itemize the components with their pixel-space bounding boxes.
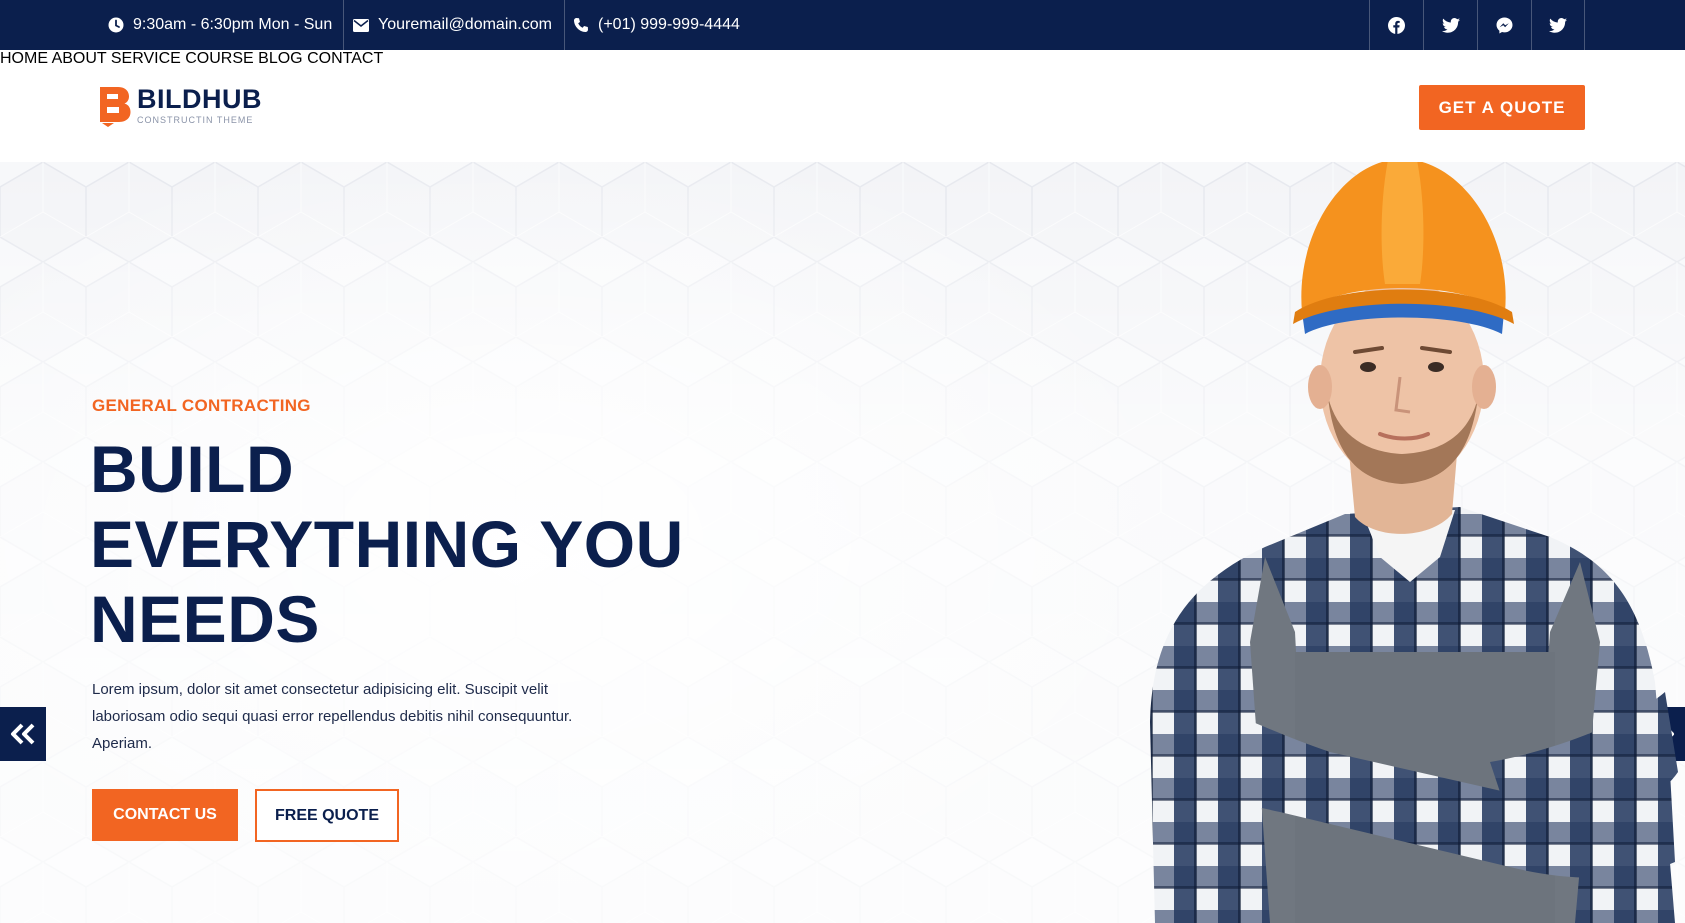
twitter-icon	[1441, 17, 1460, 33]
facebook-link[interactable]	[1369, 0, 1423, 50]
logo[interactable]: BILDHUB CONSTRUCTIN THEME	[98, 85, 262, 127]
headline-line: NEEDS	[90, 582, 320, 656]
messenger-icon	[1496, 17, 1513, 33]
twitter-link[interactable]	[1423, 0, 1477, 50]
phone-info[interactable]: (+01) 999-999-4444	[573, 0, 740, 50]
main-header: BILDHUB CONSTRUCTIN THEME HOME ABOUT SER…	[0, 50, 1685, 162]
get-a-quote-button[interactable]: GET A QUOTE	[1419, 85, 1585, 130]
double-chevron-left-icon	[11, 723, 35, 745]
divider	[564, 0, 565, 50]
phone-icon	[574, 18, 588, 32]
nav-course[interactable]: COURSE	[185, 50, 253, 67]
facebook-icon	[1388, 16, 1405, 34]
hero-headline: BUILD EVERYTHING YOU NEEDS	[90, 432, 710, 657]
twitter-icon	[1549, 17, 1567, 33]
email-text[interactable]: Youremail@domain.com	[378, 16, 552, 34]
nav-service[interactable]: SERVICE	[111, 50, 181, 67]
hero-description: Lorem ipsum, dolor sit amet consectetur …	[92, 681, 573, 752]
hero-eyebrow: GENERAL CONTRACTING	[92, 396, 311, 415]
brand-name: BILDHUB	[137, 84, 262, 114]
headline-line: EVERYTHING YOU	[90, 507, 684, 581]
hours-info: 9:30am - 6:30pm Mon - Sun	[108, 0, 332, 50]
free-quote-button[interactable]: FREE QUOTE	[255, 789, 399, 842]
construction-worker-image	[1150, 162, 1678, 923]
slider-prev-button[interactable]	[0, 707, 46, 761]
nav-blog[interactable]: BLOG	[258, 50, 302, 67]
nav-contact[interactable]: CONTACT	[307, 50, 383, 67]
b-logo-icon	[100, 87, 131, 127]
divider	[343, 0, 344, 50]
contact-us-button[interactable]: CONTACT US	[92, 789, 238, 841]
nav-home[interactable]: HOME	[0, 50, 48, 67]
twitter-link[interactable]	[1531, 0, 1585, 50]
top-bar: 9:30am - 6:30pm Mon - Sun Youremail@doma…	[0, 0, 1685, 50]
brand-tagline: CONSTRUCTIN THEME	[137, 115, 254, 125]
messenger-link[interactable]	[1477, 0, 1531, 50]
nav-about[interactable]: ABOUT	[52, 50, 107, 67]
hours-text: 9:30am - 6:30pm Mon - Sun	[133, 16, 333, 33]
clock-icon	[108, 17, 124, 33]
email-info[interactable]: Youremail@domain.com	[353, 0, 552, 50]
envelope-icon	[353, 18, 369, 32]
phone-text[interactable]: (+01) 999-999-4444	[598, 16, 740, 34]
headline-line: BUILD	[90, 432, 295, 506]
